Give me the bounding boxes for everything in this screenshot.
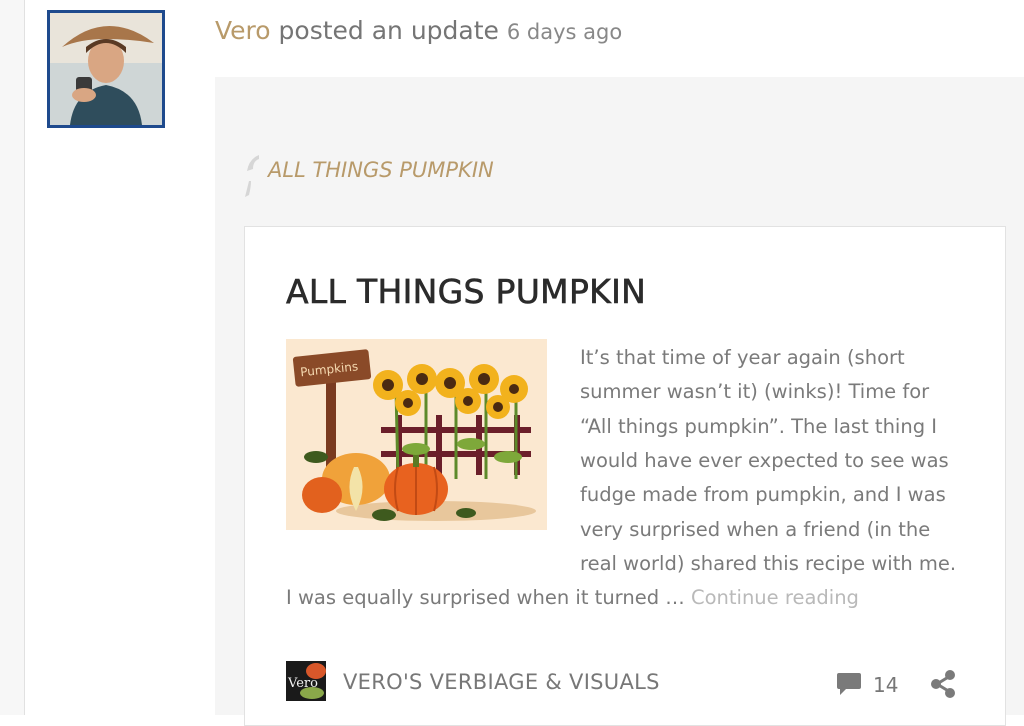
excerpt-line: summer wasn’t it) (winks)! Time for [580, 380, 930, 403]
left-rail [0, 0, 25, 715]
shared-post-link[interactable]: ALL THINGS PUMPKIN [268, 158, 494, 182]
pumpkin-illustration: Pumpkins [286, 339, 547, 530]
excerpt-line: I was equally surprised when it turned … [286, 586, 685, 609]
site-name-link[interactable]: VERO'S VERBIAGE & VISUALS [343, 670, 660, 694]
excerpt-last-line: I was equally surprised when it turned …… [286, 586, 859, 609]
excerpt-line: It’s that time of year again (short [580, 346, 905, 369]
activity-timestamp[interactable]: 6 days ago [507, 20, 622, 44]
site-logo[interactable]: Vero [286, 661, 326, 701]
site-logo-text: Vero [287, 676, 318, 691]
comment-count[interactable]: 14 [873, 673, 898, 697]
excerpt-line: “All things pumpkin”. The last thing I [580, 415, 938, 438]
quote-icon [245, 155, 259, 197]
activity-action: posted an update [278, 16, 499, 45]
site-logo-image: Vero [286, 661, 326, 701]
post-title[interactable]: ALL THINGS PUMPKIN [286, 272, 646, 312]
excerpt-line: very surprised when a friend (in the [580, 518, 931, 541]
author-link[interactable]: Vero [215, 16, 271, 45]
share-icon[interactable] [929, 670, 957, 698]
excerpt-line: fudge made from pumpkin, and I was [580, 483, 946, 506]
activity-header: Vero posted an update 6 days ago [215, 16, 622, 45]
author-avatar[interactable] [47, 10, 165, 128]
post-thumbnail[interactable]: Pumpkins [286, 339, 547, 530]
excerpt-line: would have ever expected to see was [580, 449, 949, 472]
avatar-image [50, 13, 162, 125]
comment-bubble-icon[interactable] [836, 670, 862, 696]
excerpt-line: real world) shared this recipe with me. [580, 552, 957, 575]
continue-reading-link[interactable]: Continue reading [691, 586, 859, 609]
